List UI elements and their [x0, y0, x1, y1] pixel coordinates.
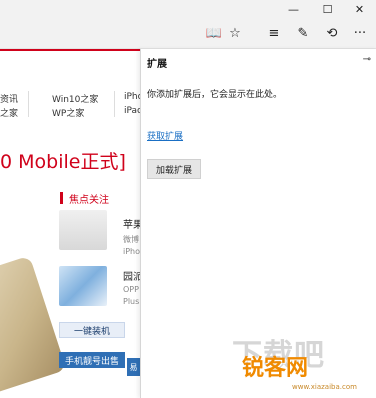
promo-button[interactable]: 手机靓号出售: [59, 352, 125, 368]
hub-icon[interactable]: ≡: [264, 23, 284, 43]
news-thumbnail[interactable]: [59, 210, 107, 250]
favorites-star-icon[interactable]: ☆: [225, 23, 245, 43]
reading-view-icon[interactable]: 📖: [204, 23, 224, 43]
close-button[interactable]: ✕: [343, 0, 376, 18]
news-snippet: Plus: [123, 297, 140, 306]
get-extensions-link[interactable]: 获取扩展: [147, 129, 183, 142]
nav-link[interactable]: Win10之家: [52, 92, 98, 105]
news-snippet: 微博: [123, 235, 139, 244]
panel-title: 扩展: [147, 59, 167, 70]
nav-divider: [28, 91, 29, 117]
nav-link[interactable]: WP之家: [52, 106, 84, 119]
browser-window: — ☐ ✕ 📖 ☆ ≡ ✎ ⟲ ··· 资讯 之家 Win10之家 WP之家 i…: [0, 0, 376, 398]
section-title: 焦点关注: [69, 195, 109, 206]
page-header-rule: [0, 49, 140, 51]
nav-link[interactable]: 资讯: [0, 92, 18, 105]
nav-divider: [114, 91, 115, 117]
minimize-button[interactable]: —: [277, 0, 310, 18]
news-thumbnail[interactable]: [59, 266, 107, 306]
empty-message: 你添加扩展后，它会显示在此处。: [147, 90, 283, 100]
watermark-brand: 锐客网: [242, 356, 309, 381]
maximize-button[interactable]: ☐: [311, 0, 344, 18]
more-icon[interactable]: ···: [350, 23, 370, 43]
load-extension-button[interactable]: 加载扩展: [147, 159, 201, 179]
nav-link[interactable]: 之家: [0, 106, 18, 119]
news-snippet: OPP: [123, 285, 139, 294]
pin-icon[interactable]: ⊸: [363, 54, 371, 65]
browser-toolbar: 📖 ☆ ≡ ✎ ⟲ ···: [0, 18, 376, 49]
title-bar: — ☐ ✕: [0, 0, 376, 18]
promo-button[interactable]: 易: [127, 358, 140, 376]
news-snippet: iPho: [123, 247, 141, 256]
promo-button[interactable]: 一键装机: [59, 322, 125, 338]
page-headline[interactable]: 0 Mobile正式]: [0, 147, 126, 174]
web-note-icon[interactable]: ✎: [293, 23, 313, 43]
watermark-url: www.xiazaiba.com: [292, 383, 357, 391]
section-marker: [60, 192, 63, 204]
share-icon[interactable]: ⟲: [322, 23, 342, 43]
section-header: 焦点关注: [60, 190, 140, 206]
